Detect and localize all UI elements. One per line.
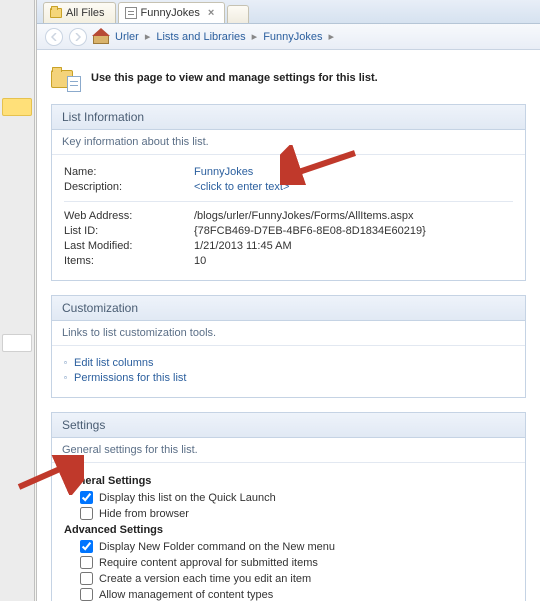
- list-icon: [125, 7, 137, 19]
- list-settings-icon: [51, 66, 81, 90]
- tab-strip: All Files FunnyJokes ×: [37, 0, 540, 24]
- crumb-current[interactable]: FunnyJokes: [263, 31, 322, 43]
- panel-subheader: General settings for this list.: [52, 438, 525, 463]
- checkbox-content-types[interactable]: Allow management of content types: [80, 588, 513, 601]
- panel-header: List Information: [52, 105, 525, 130]
- checkbox-input[interactable]: [80, 507, 93, 520]
- panel-subheader: Key information about this list.: [52, 130, 525, 155]
- chevron-right-icon: ▸: [329, 30, 335, 43]
- general-settings-label: General Settings: [64, 475, 513, 487]
- page-intro: Use this page to view and manage setting…: [91, 72, 378, 84]
- items-count-value: 10: [194, 255, 513, 267]
- new-tab-button[interactable]: [227, 5, 249, 23]
- checkbox-input[interactable]: [80, 572, 93, 585]
- nav-back-button[interactable]: [45, 28, 63, 46]
- checkbox-label: Create a version each time you edit an i…: [99, 573, 311, 585]
- checkbox-quick-launch[interactable]: Display this list on the Quick Launch: [80, 491, 513, 504]
- chevron-right-icon: ▸: [252, 30, 258, 43]
- field-label: Web Address:: [64, 210, 194, 222]
- checkbox-label: Display New Folder command on the New me…: [99, 541, 335, 553]
- web-address-value: /blogs/urler/FunnyJokes/Forms/AllItems.a…: [194, 210, 513, 222]
- checkbox-input[interactable]: [80, 491, 93, 504]
- gutter-selection: [2, 98, 32, 116]
- panel-settings: Settings General settings for this list.…: [51, 412, 526, 601]
- crumb-lists[interactable]: Lists and Libraries: [156, 31, 245, 43]
- link-edit-columns[interactable]: Edit list columns: [64, 357, 513, 369]
- panel-header: Settings: [52, 413, 525, 438]
- chevron-right-icon: ▸: [145, 30, 151, 43]
- divider: [64, 201, 513, 202]
- field-label: Last Modified:: [64, 240, 194, 252]
- content-area: Use this page to view and manage setting…: [37, 50, 540, 601]
- tab-funnyjokes[interactable]: FunnyJokes ×: [118, 2, 226, 23]
- tab-label: FunnyJokes: [141, 7, 200, 19]
- checkbox-input[interactable]: [80, 540, 93, 553]
- panel-subheader: Links to list customization tools.: [52, 321, 525, 346]
- panel-header: Customization: [52, 296, 525, 321]
- home-icon[interactable]: [93, 30, 109, 44]
- checkbox-label: Require content approval for submitted i…: [99, 557, 318, 569]
- page-header: Use this page to view and manage setting…: [51, 66, 526, 90]
- gutter-block: [2, 334, 32, 352]
- tab-all-files[interactable]: All Files: [43, 2, 116, 23]
- checkbox-content-approval[interactable]: Require content approval for submitted i…: [80, 556, 513, 569]
- checkbox-label: Display this list on the Quick Launch: [99, 492, 276, 504]
- list-description-value[interactable]: <click to enter text>: [194, 181, 513, 193]
- crumb-home[interactable]: Urler: [115, 31, 139, 43]
- field-label: List ID:: [64, 225, 194, 237]
- panel-list-information: List Information Key information about t…: [51, 104, 526, 281]
- field-label: Description:: [64, 181, 194, 193]
- checkbox-label: Hide from browser: [99, 508, 189, 520]
- advanced-settings-label: Advanced Settings: [64, 524, 513, 536]
- field-label: Items:: [64, 255, 194, 267]
- close-icon[interactable]: ×: [208, 7, 214, 19]
- link-permissions[interactable]: Permissions for this list: [64, 372, 513, 384]
- checkbox-new-folder[interactable]: Display New Folder command on the New me…: [80, 540, 513, 553]
- nav-forward-button[interactable]: [69, 28, 87, 46]
- list-id-value: {78FCB469-D7EB-4BF6-8E08-8D1834E60219}: [194, 225, 513, 237]
- checkbox-label: Allow management of content types: [99, 589, 273, 601]
- checkbox-input[interactable]: [80, 588, 93, 601]
- field-label: Name:: [64, 166, 194, 178]
- left-gutter: [0, 0, 35, 601]
- panel-customization: Customization Links to list customizatio…: [51, 295, 526, 398]
- folder-icon: [50, 8, 62, 18]
- tab-label: All Files: [66, 7, 105, 19]
- checkbox-versioning[interactable]: Create a version each time you edit an i…: [80, 572, 513, 585]
- breadcrumb-bar: Urler ▸ Lists and Libraries ▸ FunnyJokes…: [37, 24, 540, 50]
- checkbox-hide-browser[interactable]: Hide from browser: [80, 507, 513, 520]
- last-modified-value: 1/21/2013 11:45 AM: [194, 240, 513, 252]
- checkbox-input[interactable]: [80, 556, 93, 569]
- list-name-value[interactable]: FunnyJokes: [194, 166, 513, 178]
